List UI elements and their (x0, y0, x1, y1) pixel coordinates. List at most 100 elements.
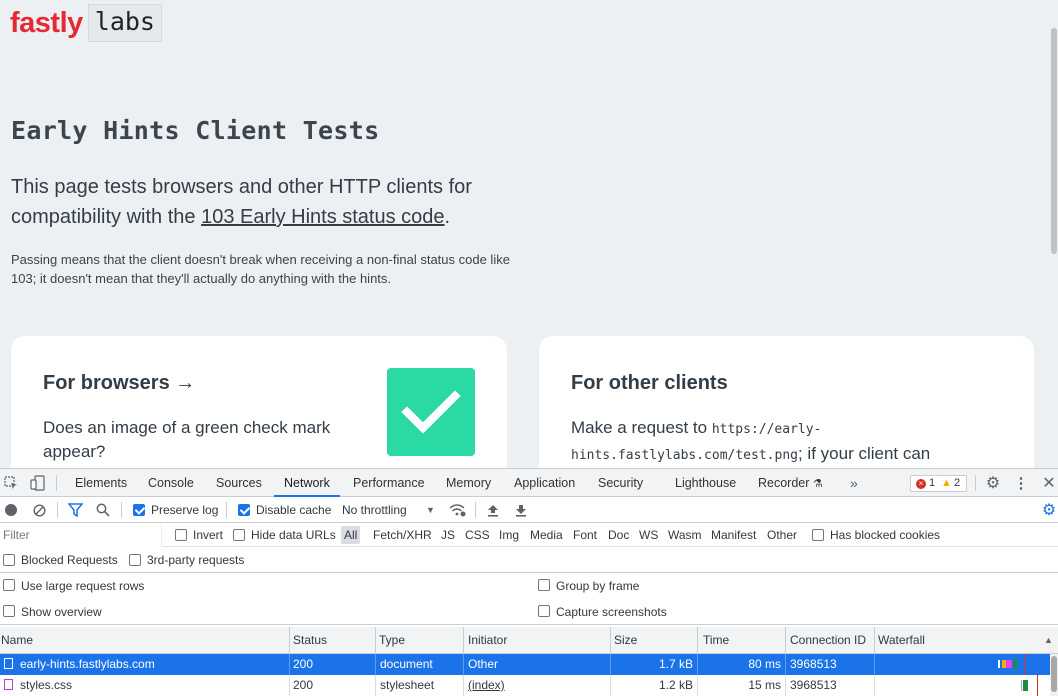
filter-type-js[interactable]: JS (441, 523, 455, 547)
invert-checkbox[interactable] (175, 529, 187, 541)
request-name-text: styles.css (20, 678, 73, 692)
tab-console[interactable]: Console (148, 469, 194, 497)
hide-data-urls-checkbox[interactable] (233, 529, 245, 541)
show-overview-checkbox[interactable] (3, 605, 15, 617)
throttling-select[interactable]: No throttling ▼ (342, 497, 435, 523)
error-icon: × (916, 479, 926, 489)
group-by-frame-label[interactable]: Group by frame (556, 573, 639, 599)
filter-type-other[interactable]: Other (767, 523, 797, 547)
inspect-element-icon[interactable] (3, 475, 19, 491)
disable-cache-label[interactable]: Disable cache (256, 497, 331, 523)
network-conditions-icon[interactable] (448, 502, 466, 518)
tab-sources[interactable]: Sources (216, 469, 262, 497)
tab-lighthouse[interactable]: Lighthouse (675, 469, 736, 497)
close-devtools-icon[interactable]: ✕ (1040, 474, 1058, 492)
has-blocked-cookies-checkbox[interactable] (812, 529, 824, 541)
col-size[interactable]: Size (611, 627, 698, 654)
capture-screenshots-label[interactable]: Capture screenshots (556, 599, 667, 625)
record-icon[interactable] (5, 504, 17, 516)
export-har-icon[interactable] (513, 502, 529, 518)
filter-type-manifest[interactable]: Manifest (711, 523, 756, 547)
other-clients-card: For other clients Make a request to http… (539, 336, 1034, 468)
issues-counter[interactable]: × 1 ▲ 2 (910, 475, 967, 492)
preserve-log-label[interactable]: Preserve log (151, 497, 218, 523)
search-icon[interactable] (95, 502, 111, 518)
tab-memory[interactable]: Memory (446, 469, 491, 497)
table-row[interactable]: styles.css 200 stylesheet (index) 1.2 kB… (0, 675, 1050, 696)
filter-type-wasm[interactable]: Wasm (668, 523, 702, 547)
table-row[interactable]: early-hints.fastlylabs.com 200 document … (0, 654, 1050, 675)
col-type[interactable]: Type (376, 627, 464, 654)
tab-performance[interactable]: Performance (353, 469, 425, 497)
request-name: styles.css (0, 675, 290, 696)
filter-icon[interactable] (67, 502, 83, 518)
network-settings-icon[interactable]: ⚙ (1040, 501, 1058, 519)
intro-end: . (444, 206, 451, 228)
show-overview-label[interactable]: Show overview (21, 599, 102, 625)
third-party-checkbox[interactable] (129, 554, 141, 566)
request-size: 1.2 kB (611, 675, 698, 696)
browsers-heading[interactable]: For browsers → (43, 372, 195, 395)
blocked-filter-bar: Blocked Requests 3rd-party requests (0, 547, 1058, 573)
col-connection-id[interactable]: Connection ID (786, 627, 875, 654)
request-type: stylesheet (376, 675, 464, 696)
tab-elements[interactable]: Elements (75, 469, 127, 497)
large-rows-label[interactable]: Use large request rows (21, 573, 144, 599)
sort-ascending-icon[interactable]: ▲ (1044, 635, 1053, 645)
fastly-labs-logo[interactable]: fastly labs (10, 4, 162, 42)
chevron-down-icon: ▼ (426, 505, 435, 515)
filter-type-doc[interactable]: Doc (608, 523, 629, 547)
col-initiator[interactable]: Initiator (464, 627, 611, 654)
request-connection-id: 3968513 (786, 654, 875, 675)
col-waterfall[interactable]: Waterfall (875, 627, 1058, 654)
document-icon (4, 658, 13, 669)
table-scrollbar[interactable] (1050, 654, 1058, 696)
blocked-requests-label[interactable]: Blocked Requests (21, 547, 118, 573)
request-time: 80 ms (698, 654, 786, 675)
filter-type-css[interactable]: CSS (465, 523, 490, 547)
col-status[interactable]: Status (290, 627, 376, 654)
initiator-link[interactable]: (index) (468, 678, 505, 692)
tab-recorder[interactable]: Recorder ⚗ (758, 469, 823, 497)
clear-icon[interactable] (31, 502, 47, 518)
request-waterfall (875, 654, 1050, 675)
filter-input[interactable]: Filter (0, 523, 162, 547)
preserve-log-checkbox[interactable] (133, 504, 145, 516)
status-code-link[interactable]: 103 Early Hints status code (201, 206, 444, 228)
filter-type-img[interactable]: Img (499, 523, 519, 547)
disable-cache-checkbox[interactable] (238, 504, 250, 516)
waterfall-bar-download (1017, 659, 1020, 669)
col-time[interactable]: Time (698, 627, 786, 654)
filter-type-media[interactable]: Media (530, 523, 563, 547)
import-har-icon[interactable] (485, 502, 501, 518)
page-scroll-thumb[interactable] (1051, 28, 1057, 254)
col-name[interactable]: Name (0, 627, 290, 654)
more-options-icon[interactable]: ⋮ (1012, 474, 1030, 492)
third-party-label[interactable]: 3rd-party requests (147, 547, 244, 573)
waterfall-bar-waiting (1023, 680, 1028, 691)
more-tabs-button[interactable]: » (850, 469, 858, 497)
large-rows-checkbox[interactable] (3, 579, 15, 591)
request-initiator: (index) (464, 675, 611, 696)
filter-type-fetch-xhr[interactable]: Fetch/XHR (373, 523, 432, 547)
group-by-frame-checkbox[interactable] (538, 579, 550, 591)
error-count: 1 (929, 477, 936, 489)
tab-application[interactable]: Application (514, 469, 575, 497)
tab-network[interactable]: Network (274, 469, 340, 497)
has-blocked-cookies-label[interactable]: Has blocked cookies (830, 523, 940, 547)
table-scroll-thumb[interactable] (1051, 656, 1057, 692)
filter-type-font[interactable]: Font (573, 523, 597, 547)
blocked-requests-checkbox[interactable] (3, 554, 15, 566)
load-event-line (1025, 654, 1026, 675)
page-scrollbar[interactable] (1050, 0, 1058, 468)
filter-type-all[interactable]: All (341, 526, 361, 544)
settings-gear-icon[interactable]: ⚙ (984, 474, 1002, 492)
hide-data-urls-label[interactable]: Hide data URLs (251, 523, 336, 547)
filter-type-ws[interactable]: WS (639, 523, 658, 547)
capture-screenshots-checkbox[interactable] (538, 605, 550, 617)
tab-security[interactable]: Security (598, 469, 643, 497)
device-toolbar-icon[interactable] (29, 475, 47, 491)
flask-icon: ⚗ (812, 478, 823, 490)
invert-label[interactable]: Invert (193, 523, 223, 547)
other-clients-heading: For other clients (571, 372, 728, 394)
